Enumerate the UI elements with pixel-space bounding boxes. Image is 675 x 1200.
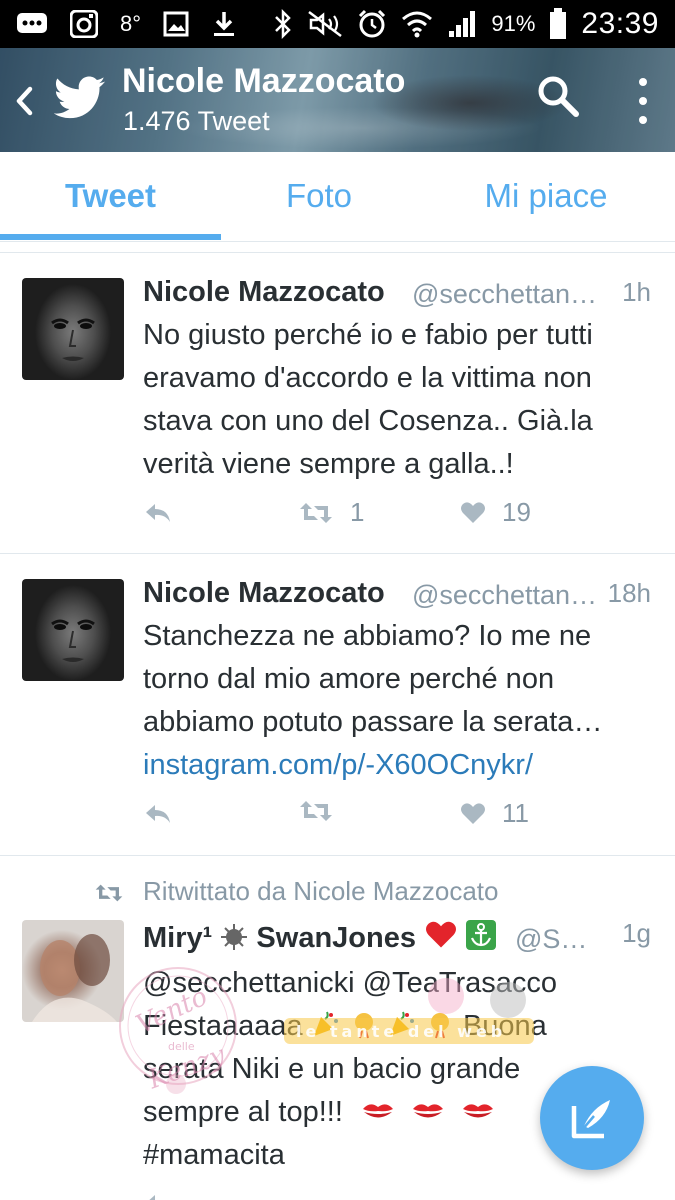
anchor-emoji-icon [466,920,497,950]
search-icon [538,76,579,117]
tweet-author-name[interactable]: Miry¹ SwanJones [143,920,497,955]
tweet-text-line: @secchettanicki @TeaTrasacco [143,967,558,999]
reply-button[interactable] [143,1192,173,1200]
tweet-text-line: Stanchezza ne abbiamo? Io me ne [143,620,592,652]
party-popper-emoji-icon [389,1011,414,1036]
image-icon [163,11,189,37]
tweet-text-line: abbiamo potuto passare la serata… [143,706,603,738]
wifi-icon [401,10,433,38]
compose-tweet-button[interactable] [540,1066,644,1170]
tweet-text-line: stava con uno del Cosenza.. Già.la [143,405,593,437]
reply-icon [146,805,170,823]
download-icon [211,10,237,38]
twitter-bird-icon[interactable] [54,76,106,120]
retweeted-by-label[interactable]: Ritwittato da Nicole Mazzocato [143,876,498,907]
confetti-ball-emoji-icon [430,1013,449,1039]
instagram-icon [70,10,98,38]
reply-icon [149,1195,155,1200]
avatar-image [32,934,117,1022]
tweet-text: No giusto perché io e fabio per tutti er… [143,314,653,486]
avatar[interactable] [22,579,124,681]
tweet-author-name[interactable]: Nicole Mazzocato [143,276,385,309]
compose-icon [571,1100,610,1139]
tweet-author-name[interactable]: Nicole Mazzocato [143,577,385,610]
heart-icon [461,501,485,523]
retweet-button[interactable]: 1 [298,497,364,528]
like-count: 19 [502,497,531,527]
tweet-author-handle[interactable]: @secchettani… [412,279,602,310]
reply-button[interactable] [143,802,173,826]
tweet-text-line: Fiestaaaaaa Buona [143,1005,653,1048]
retweet-button[interactable] [298,798,350,824]
profile-name: Nicole Mazzocato [122,62,406,100]
message-icon [16,11,48,37]
avatar[interactable] [22,920,124,1022]
party-popper-emoji-icon [313,1011,338,1036]
avatar[interactable] [22,278,124,380]
retweet-icon [95,884,123,902]
avatar-image [51,619,95,662]
tweet-author-handle[interactable]: @Sm… [515,924,605,955]
tweet-author-handle[interactable]: @secchettan… [412,580,597,611]
clock: 23:39 [581,7,659,40]
active-tab-indicator [0,234,221,240]
kiss-mark-emoji-icon [413,1104,443,1118]
battery-icon [549,8,567,40]
kiss-mark-emoji-icon [463,1104,494,1118]
tweet-count: 1.476 Tweet [123,106,270,136]
retweet-icon [300,801,332,821]
mute-icon [307,10,343,38]
retweet-count: 1 [350,497,365,527]
tweet-item[interactable]: Nicole Mazzocato @secchettani… 1h No giu… [0,253,675,553]
retweet-icon [300,502,332,523]
signal-icon [447,9,477,39]
like-button[interactable]: 11 [460,798,529,829]
tweet-text-line: eravamo d'accordo e la vittima non [143,362,592,394]
like-count: 11 [502,798,529,828]
confetti-ball-emoji-icon [354,1013,373,1039]
temperature-icon: 8° [120,11,142,36]
back-button[interactable] [10,84,38,118]
red-heart-emoji-icon [426,921,457,948]
tweet-text-line: torno dal mio amore perché non [143,663,555,695]
avatar-image [51,318,95,361]
reply-icon [146,504,170,522]
tweet-text-line: verità viene sempre a galla..! [143,448,514,480]
tweet-item[interactable]: Nicole Mazzocato @secchettan… 18h Stanch… [0,554,675,854]
tab-foto[interactable]: Foto [221,152,417,240]
battery-percent: 91% [491,11,536,36]
tweet-text-segment: Buona [462,1010,547,1042]
chevron-left-icon [16,86,33,116]
like-button[interactable]: 19 [460,497,531,528]
sparkle-emoji-icon [221,924,248,950]
author-name-suffix: SwanJones [256,922,416,954]
bluetooth-icon [273,9,293,39]
heart-icon [461,802,485,824]
more-vertical-icon[interactable] [636,78,650,124]
tweet-text-segment: Fiestaaaaaa [143,1010,303,1042]
reply-button[interactable] [143,501,173,525]
alarm-icon [357,9,387,39]
kiss-mark-emoji-icon [362,1104,393,1118]
profile-tabs: Tweet Foto Mi piace [0,152,675,242]
tweet-text-line: No giusto perché io e fabio per tutti [143,319,593,351]
tweet-text-segment: sempre al top!!! [143,1096,343,1128]
tweet-text: Stanchezza ne abbiamo? Io me ne torno da… [143,615,653,787]
tweet-timestamp: 1h [622,277,651,307]
search-button[interactable] [536,74,580,123]
author-name-part: Miry¹ [143,922,213,954]
tweet-link[interactable]: instagram.com/p/-X60OCnykr/ [143,744,653,787]
tweet-timestamp: 1g [622,918,651,948]
tab-tweet[interactable]: Tweet [0,152,221,240]
tab-mi-piace[interactable]: Mi piace [417,152,675,240]
status-bar: 8° 91% 23:39 [0,0,675,48]
tweet-timestamp: 18h [607,578,651,608]
